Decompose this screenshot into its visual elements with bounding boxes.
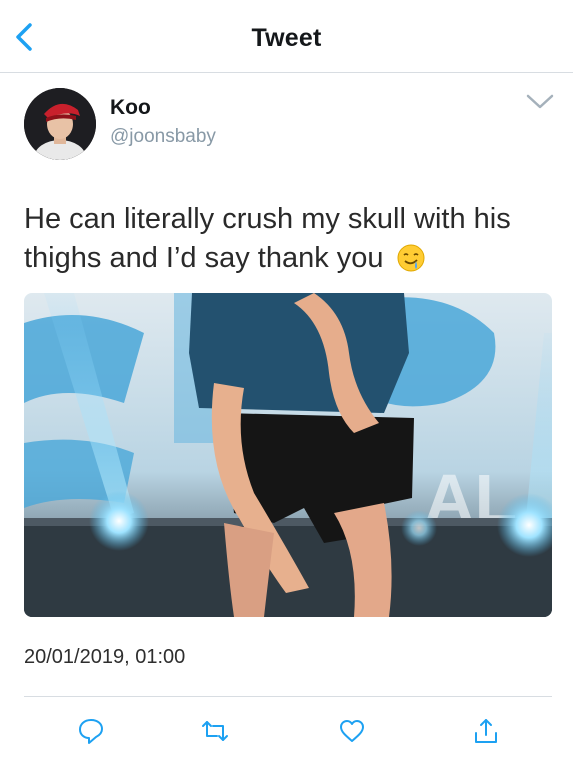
reply-icon[interactable] <box>76 716 106 746</box>
avatar[interactable] <box>24 88 96 160</box>
tweet-text: He can literally crush my skull with his… <box>24 200 552 278</box>
page-title: Tweet <box>251 24 322 52</box>
drooling-face-icon <box>397 244 425 272</box>
share-icon[interactable] <box>471 716 501 746</box>
author-name[interactable]: Koo <box>110 96 151 120</box>
like-icon[interactable] <box>337 716 367 746</box>
tweet-timestamp: 20/01/2019, 01:00 <box>24 646 186 668</box>
author-handle[interactable]: @joonsbaby <box>110 126 216 148</box>
divider <box>24 696 552 697</box>
tweet-body: He can literally crush my skull with his… <box>24 203 511 274</box>
retweet-icon[interactable] <box>200 716 230 746</box>
tweet-media-image[interactable]: AL <box>24 293 552 617</box>
chevron-down-icon[interactable] <box>524 90 556 114</box>
navigation-bar: Tweet <box>0 0 573 73</box>
